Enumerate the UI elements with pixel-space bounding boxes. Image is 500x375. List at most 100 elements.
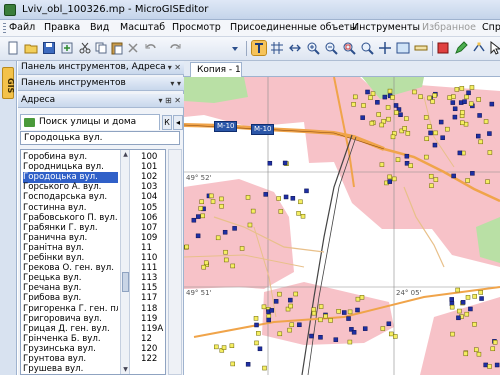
building-marker[interactable] (428, 130, 433, 136)
building-marker[interactable] (282, 160, 288, 166)
building-marker[interactable] (449, 297, 454, 302)
building-marker[interactable] (430, 99, 435, 104)
building-marker[interactable] (387, 88, 393, 94)
open-folder-icon[interactable] (24, 41, 38, 55)
building-marker[interactable] (203, 260, 209, 266)
building-marker[interactable] (386, 116, 391, 122)
pin-close-icon[interactable]: ▾ ⊞ ✕ (158, 94, 181, 107)
building-marker[interactable] (402, 126, 407, 131)
menu-favorites[interactable]: Избранное (422, 22, 476, 33)
undo-icon[interactable] (144, 41, 158, 55)
building-marker[interactable] (359, 295, 365, 300)
building-marker[interactable] (380, 326, 386, 331)
gis-tab[interactable]: GIS (2, 67, 15, 99)
building-marker[interactable] (494, 362, 500, 368)
building-marker[interactable] (440, 135, 445, 140)
building-marker[interactable] (451, 173, 456, 179)
panel-header-tools[interactable]: Панель инструментов ▾ ▾ (18, 77, 184, 91)
building-marker[interactable] (469, 85, 475, 90)
building-marker[interactable] (463, 121, 469, 127)
building-marker[interactable] (433, 177, 439, 182)
building-marker[interactable] (450, 100, 456, 105)
building-marker[interactable] (262, 365, 267, 371)
scroll-thumb[interactable] (122, 272, 129, 292)
toolbar-dropdown-icon[interactable] (228, 41, 242, 55)
building-marker[interactable] (229, 343, 235, 348)
building-marker[interactable] (478, 290, 483, 295)
building-marker[interactable] (360, 115, 365, 120)
building-marker[interactable] (385, 105, 391, 110)
cursor-icon[interactable] (488, 41, 500, 55)
building-marker[interactable] (391, 176, 397, 182)
building-marker[interactable] (438, 119, 444, 125)
building-marker[interactable] (257, 346, 263, 352)
layers-icon[interactable] (436, 41, 450, 55)
menu-edit[interactable]: Правка (44, 22, 80, 33)
building-marker[interactable] (276, 196, 281, 201)
building-marker[interactable] (408, 163, 413, 168)
building-marker[interactable] (273, 299, 279, 304)
building-marker[interactable] (347, 339, 353, 345)
street-name[interactable]: Грушева вул. (23, 364, 118, 374)
building-marker[interactable] (468, 306, 473, 312)
building-marker[interactable] (297, 322, 302, 328)
menu-file[interactable]: Файл (9, 22, 35, 33)
street-list-scrollbar[interactable]: ▲ ▼ (120, 150, 130, 374)
building-marker[interactable] (472, 322, 477, 327)
building-marker[interactable] (390, 95, 395, 100)
menu-grip-icon[interactable] (3, 23, 6, 34)
building-marker[interactable] (387, 174, 392, 180)
menu-scale[interactable]: Масштаб (120, 22, 165, 33)
building-marker[interactable] (376, 112, 381, 117)
building-marker[interactable] (418, 94, 423, 99)
building-marker[interactable] (210, 199, 216, 204)
building-marker[interactable] (347, 309, 353, 315)
building-marker[interactable] (283, 194, 289, 200)
building-marker[interactable] (478, 139, 483, 145)
building-marker[interactable] (239, 246, 245, 251)
collapse-icon[interactable]: ▾ ▾ (170, 77, 181, 90)
close-icon[interactable]: ▾ ✕ (168, 61, 181, 74)
building-marker[interactable] (459, 86, 465, 91)
building-marker[interactable] (460, 120, 465, 126)
street-search-input[interactable] (20, 131, 180, 145)
building-marker[interactable] (456, 315, 461, 321)
building-marker[interactable] (464, 94, 469, 100)
new-file-icon[interactable] (6, 41, 20, 55)
zoom-in-icon[interactable] (306, 41, 320, 55)
building-marker[interactable] (424, 136, 429, 142)
building-marker[interactable] (184, 244, 189, 250)
building-marker[interactable] (462, 99, 467, 104)
building-marker[interactable] (278, 209, 284, 214)
building-marker[interactable] (230, 361, 235, 367)
building-marker[interactable] (474, 347, 479, 352)
building-marker[interactable] (379, 162, 385, 167)
building-marker[interactable] (254, 322, 259, 328)
building-marker[interactable] (460, 300, 466, 305)
building-marker[interactable] (222, 229, 228, 235)
building-marker[interactable] (393, 334, 398, 339)
building-marker[interactable] (388, 331, 394, 337)
building-marker[interactable] (269, 308, 275, 313)
building-marker[interactable] (318, 304, 324, 309)
building-marker[interactable] (463, 351, 469, 357)
menu-view[interactable]: Вид (90, 22, 109, 33)
paste-icon[interactable] (110, 41, 124, 55)
building-marker[interactable] (309, 333, 314, 339)
building-marker[interactable] (355, 307, 360, 313)
building-marker[interactable] (490, 346, 496, 352)
building-marker[interactable] (483, 119, 489, 124)
zoom-out-icon[interactable] (324, 41, 338, 55)
building-marker[interactable] (452, 114, 458, 120)
building-marker[interactable] (429, 183, 434, 188)
building-marker[interactable] (423, 115, 429, 120)
building-marker[interactable] (395, 157, 401, 162)
building-marker[interactable] (219, 203, 224, 209)
measure-icon[interactable] (414, 41, 428, 55)
building-marker[interactable] (428, 173, 434, 179)
building-marker[interactable] (351, 330, 357, 335)
zoom-window-icon[interactable] (342, 41, 356, 55)
panel-header-address[interactable]: Адреса ▾ ⊞ ✕ (18, 94, 184, 108)
map-view-icon[interactable] (396, 41, 410, 55)
building-marker[interactable] (370, 91, 376, 96)
